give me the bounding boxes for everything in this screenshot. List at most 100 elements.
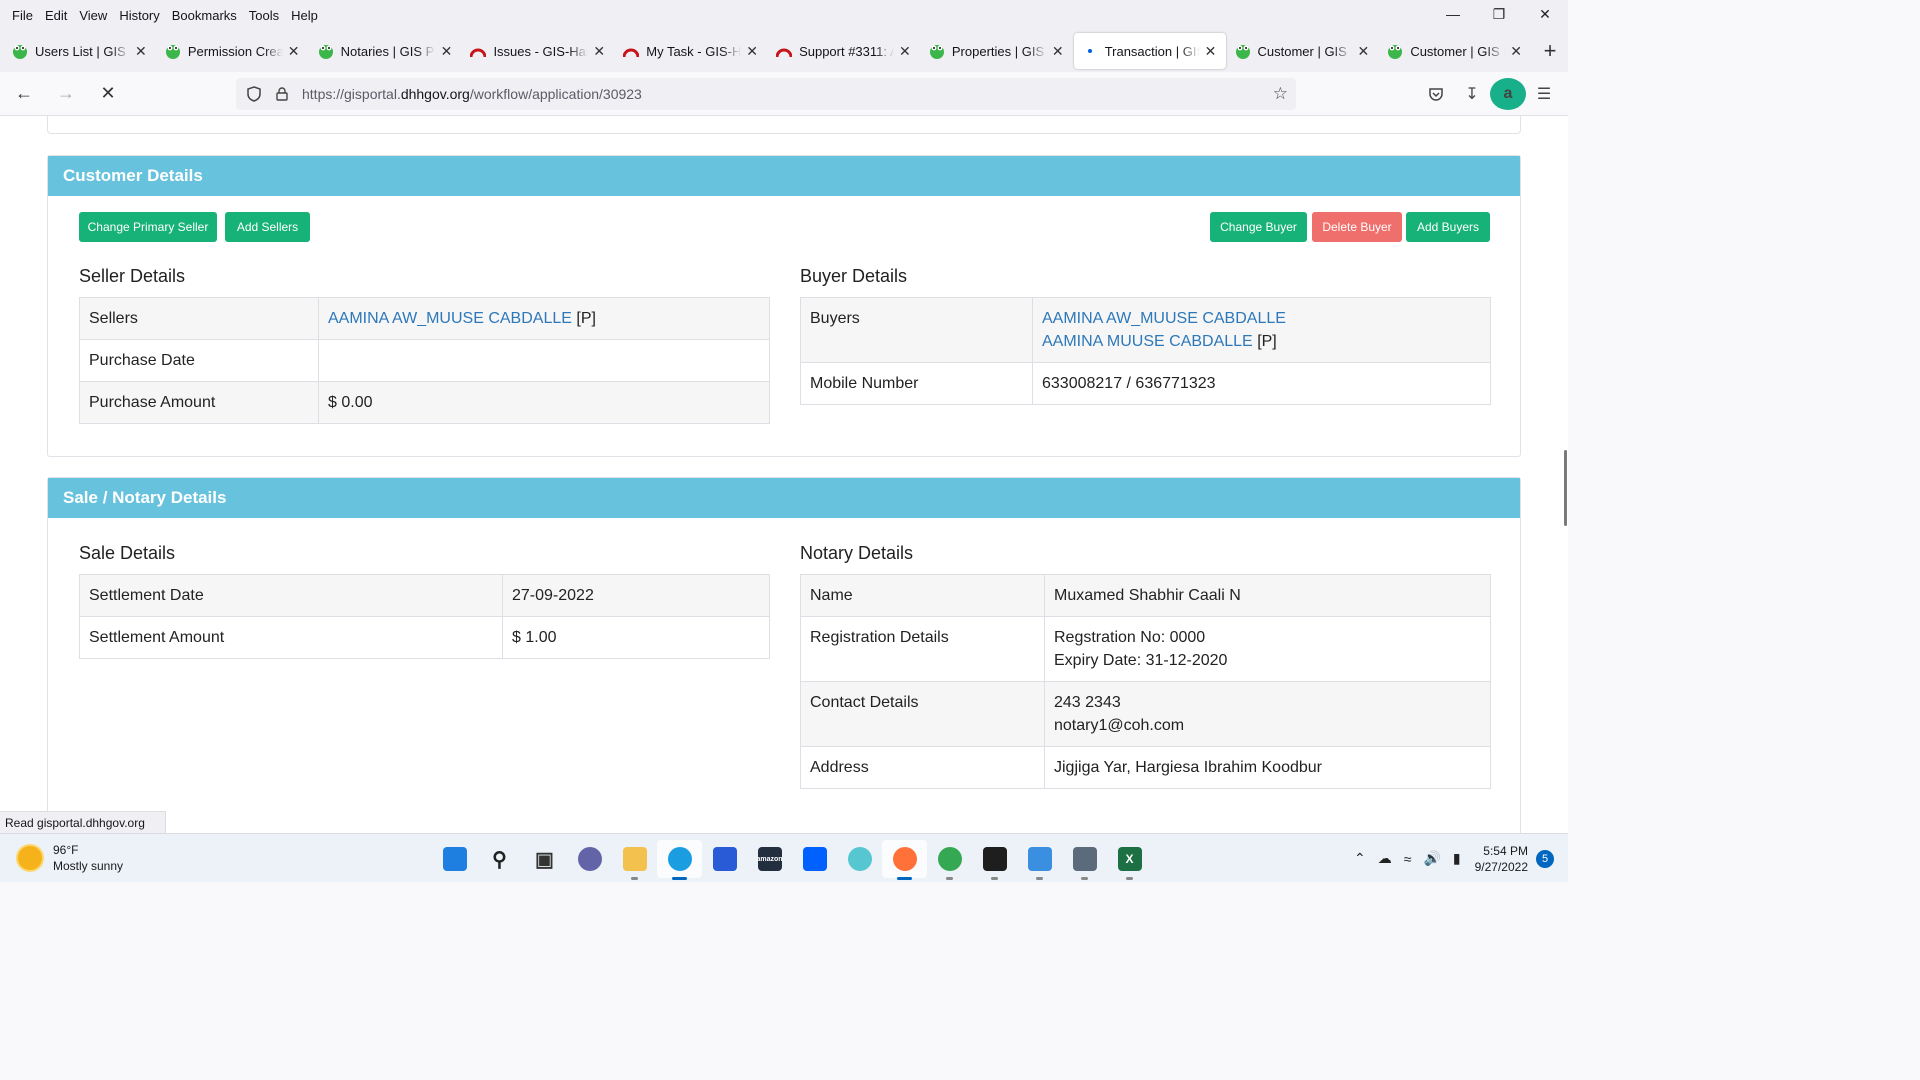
dropbox-icon: [802, 847, 827, 871]
battery-icon[interactable]: ▮: [1453, 850, 1461, 867]
hamburger-menu-icon[interactable]: ☰: [1526, 78, 1562, 110]
restore-icon[interactable]: ❐: [1476, 0, 1522, 28]
menu-bookmarks[interactable]: Bookmarks: [166, 8, 243, 23]
back-icon[interactable]: ←: [6, 78, 42, 110]
add-buyers-button[interactable]: Add Buyers: [1406, 212, 1490, 242]
toolbar-right: ↧ a ☰: [1418, 78, 1562, 110]
forward-icon[interactable]: →: [48, 78, 84, 110]
primary-flag: [P]: [576, 310, 596, 327]
seller-link[interactable]: AAMINA AW_MUUSE CABDALLE: [328, 310, 572, 327]
taskbar-app-terminal[interactable]: [972, 840, 1017, 880]
weather-widget[interactable]: 96°F Mostly sunny: [18, 842, 123, 874]
buyer-link[interactable]: AAMINA MUUSE CABDALLE: [1042, 333, 1253, 350]
buyer-link[interactable]: AAMINA AW_MUUSE CABDALLE: [1042, 310, 1286, 327]
close-tab-icon[interactable]: ✕: [898, 43, 912, 60]
close-tab-icon[interactable]: ✕: [745, 43, 759, 60]
taskbar-app-store[interactable]: [702, 840, 747, 878]
tab-title: Transaction | GIS Portal: [1104, 43, 1200, 59]
scrollbar-thumb[interactable]: [1564, 450, 1567, 526]
buyer-details-table: Buyers AAMINA AW_MUUSE CABDALLE AAMINA M…: [800, 297, 1491, 405]
new-tab-icon[interactable]: +: [1532, 33, 1568, 69]
contact-details-label: Contact Details: [800, 681, 1045, 747]
tab-transaction[interactable]: Transaction | GIS Portal ✕: [1073, 33, 1226, 69]
add-sellers-button[interactable]: Add Sellers: [225, 212, 310, 242]
close-tab-icon[interactable]: ✕: [287, 43, 301, 60]
notary-name-label: Name: [800, 574, 1045, 617]
pocket-icon[interactable]: [1418, 78, 1454, 110]
running-indicator: [672, 877, 687, 880]
menu-help[interactable]: Help: [285, 8, 324, 23]
taskbar-app-amazon[interactable]: amazon: [747, 840, 792, 878]
bookmark-star-icon[interactable]: ☆: [1273, 84, 1288, 104]
close-tab-icon[interactable]: ✕: [1051, 43, 1065, 60]
notification-badge[interactable]: 5: [1536, 849, 1554, 868]
lock-icon[interactable]: [268, 87, 296, 101]
close-tab-icon[interactable]: ✕: [592, 43, 606, 60]
taskbar-app-chrome[interactable]: [927, 840, 972, 880]
taskbar-app-file-explorer[interactable]: [612, 840, 657, 880]
menu-edit[interactable]: Edit: [39, 8, 73, 23]
running-indicator: [1081, 877, 1088, 880]
tab-title: Customer | GIS Portal: [1257, 43, 1353, 59]
notary-email: notary1@coh.com: [1054, 717, 1185, 734]
frog-icon: [318, 43, 334, 59]
taskbar-app-dropbox[interactable]: [792, 840, 837, 878]
table-row: Name Muxamed Shabhir Caali N: [800, 574, 1491, 617]
tab-customer-2[interactable]: Customer | GIS Portal ✕: [1379, 33, 1531, 69]
tab-support[interactable]: Support #3311: A ✕: [768, 33, 920, 69]
menu-tools[interactable]: Tools: [243, 8, 285, 23]
volume-icon[interactable]: 🔊: [1423, 850, 1440, 867]
taskbar-app-notepad[interactable]: [1017, 840, 1062, 880]
change-primary-seller-button[interactable]: Change Primary Seller: [79, 212, 217, 242]
minimize-icon[interactable]: —: [1430, 0, 1476, 28]
tab-notaries[interactable]: Notaries | GIS Portal ✕: [310, 33, 462, 69]
menu-view[interactable]: View: [73, 8, 113, 23]
close-window-icon[interactable]: ✕: [1522, 0, 1568, 28]
close-tab-icon[interactable]: ✕: [1204, 43, 1218, 60]
tab-permission-create[interactable]: Permission Create ✕: [157, 33, 309, 69]
stop-icon[interactable]: ✕: [90, 78, 126, 110]
taskbar-app-mail[interactable]: [837, 840, 882, 878]
taskbar-app-start[interactable]: [432, 840, 477, 878]
settlement-amount-label: Settlement Amount: [79, 616, 503, 659]
close-tab-icon[interactable]: ✕: [1356, 43, 1370, 60]
weather-text: 96°F Mostly sunny: [53, 842, 123, 874]
close-tab-icon[interactable]: ✕: [134, 43, 148, 60]
running-indicator: [897, 877, 912, 880]
delete-buyer-button[interactable]: Delete Buyer: [1312, 212, 1402, 242]
change-buyer-button[interactable]: Change Buyer: [1210, 212, 1307, 242]
download-icon[interactable]: ↧: [1454, 78, 1490, 110]
tab-title: Permission Create: [187, 43, 283, 59]
onedrive-icon[interactable]: ☁: [1378, 850, 1392, 867]
menu-history[interactable]: History: [113, 8, 165, 23]
account-icon[interactable]: a: [1490, 78, 1526, 110]
close-tab-icon[interactable]: ✕: [1509, 43, 1523, 60]
taskbar-apps: ⚲ ▣ amazon X: [432, 840, 1152, 880]
tab-users-list[interactable]: Users List | GIS Portal ✕: [4, 33, 156, 69]
taskbar-app-teams-chat[interactable]: [567, 840, 612, 878]
firefox-icon: [892, 847, 917, 871]
taskbar-app-calculator[interactable]: [1062, 840, 1107, 880]
address-bar[interactable]: https://gisportal.dhhgov.org/workflow/ap…: [236, 78, 1296, 110]
taskbar-app-task-view[interactable]: ▣: [522, 840, 567, 878]
taskbar-app-search[interactable]: ⚲: [477, 840, 522, 878]
close-tab-icon[interactable]: ✕: [439, 43, 453, 60]
tab-my-task[interactable]: My Task - GIS-Hargeisa ✕: [615, 33, 767, 69]
teams-chat-icon: [577, 847, 602, 871]
tab-properties[interactable]: Properties | GIS Portal ✕: [921, 33, 1073, 69]
taskbar-app-edge[interactable]: [657, 840, 702, 880]
tab-customer[interactable]: Customer | GIS Portal ✕: [1227, 33, 1379, 69]
url-text: https://gisportal.dhhgov.org/workflow/ap…: [302, 86, 642, 102]
menu-file[interactable]: File: [6, 8, 39, 23]
shield-icon[interactable]: [240, 86, 268, 102]
wifi-icon[interactable]: ≈: [1404, 851, 1412, 867]
clock[interactable]: 5:54 PM 9/27/2022: [1475, 843, 1528, 875]
sale-details-title: Sale Details: [79, 543, 176, 563]
taskbar-app-firefox[interactable]: [882, 840, 927, 880]
chevron-up-icon[interactable]: ⌃: [1354, 850, 1366, 867]
taskbar-app-excel[interactable]: X: [1107, 840, 1152, 880]
mobile-number-label: Mobile Number: [800, 362, 1033, 405]
tab-issues[interactable]: Issues - GIS-Hargeisa ✕: [462, 33, 614, 69]
registration-details-label: Registration Details: [800, 616, 1045, 682]
purchase-date-label: Purchase Date: [79, 339, 319, 382]
